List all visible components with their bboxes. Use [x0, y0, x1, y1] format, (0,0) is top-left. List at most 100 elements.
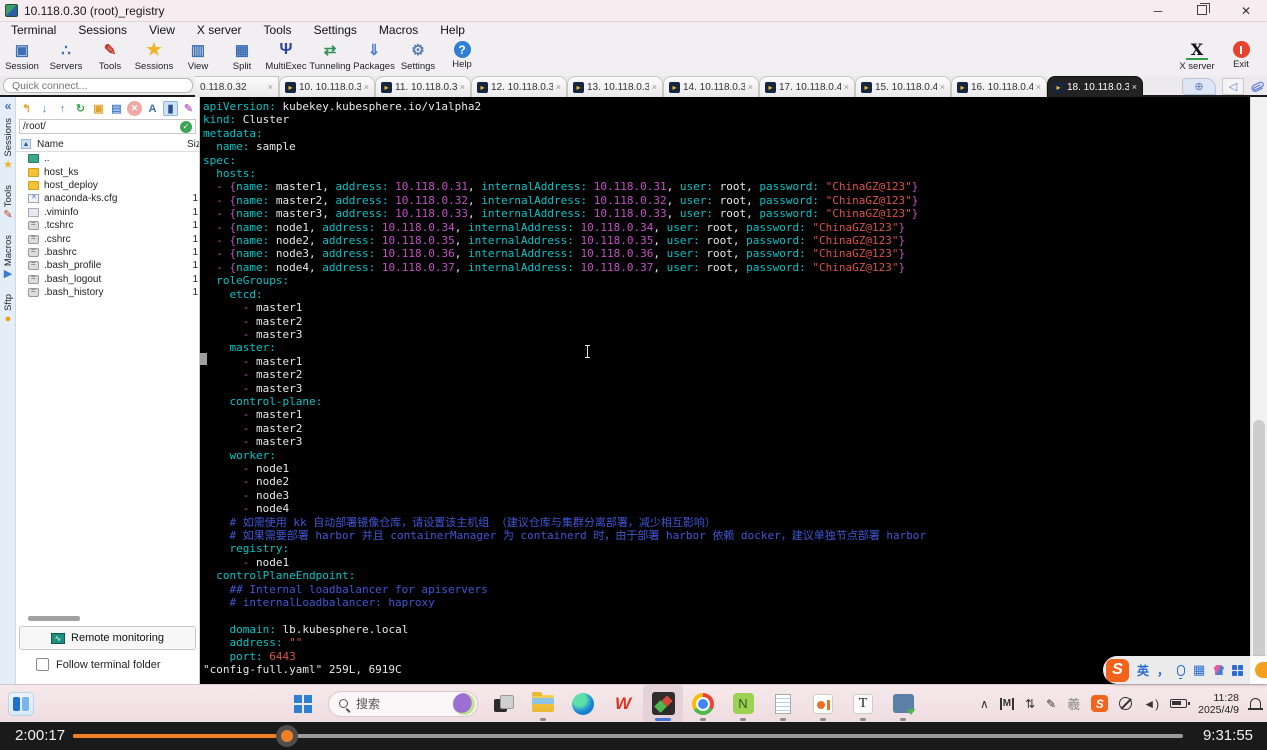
rename-icon[interactable]: A — [145, 101, 160, 116]
toolbar-sessions-button[interactable]: ★ Sessions — [132, 38, 176, 72]
new-file-icon[interactable]: ▤ — [109, 101, 124, 116]
tab-close-icon[interactable]: × — [1132, 82, 1137, 92]
tab-close-icon[interactable]: × — [268, 82, 273, 92]
file-row[interactable]: .bash_history 1 — [16, 286, 199, 299]
battery-charging-icon[interactable] — [1170, 699, 1191, 708]
horizontal-scrollbar[interactable] — [28, 616, 80, 621]
secure-app-button[interactable] — [883, 685, 923, 722]
menu-item-x-server[interactable]: X server — [187, 23, 252, 37]
sidebar-tab-tools[interactable]: Tools ✎ — [0, 185, 16, 221]
widgets-button[interactable] — [8, 692, 34, 716]
ime-mode-toggle[interactable]: 英 — [1137, 662, 1149, 679]
attach-icon[interactable] — [1250, 78, 1266, 95]
mobaxterm-button[interactable] — [643, 685, 683, 722]
file-row[interactable]: .viminfo 1 — [16, 206, 199, 219]
keyboard-icon[interactable]: ▦ — [1193, 662, 1205, 678]
file-explorer-button[interactable] — [523, 685, 563, 722]
upload-icon[interactable]: ↑ — [55, 101, 70, 116]
volume-icon[interactable]: ◄) — [1143, 697, 1159, 711]
skin-icon[interactable] — [1213, 665, 1225, 675]
pen-icon[interactable]: ✎ — [1046, 697, 1056, 711]
file-row[interactable]: host_deploy — [16, 179, 199, 192]
menu-item-macros[interactable]: Macros — [369, 23, 428, 37]
remote-monitoring-button[interactable]: ∿ Remote monitoring — [19, 626, 196, 650]
tray-expand-chevron[interactable]: ∧ — [980, 697, 989, 711]
new-tab-button[interactable]: ⊕ — [1182, 78, 1216, 95]
seal-icon[interactable]: 羲 — [1067, 694, 1080, 713]
terminal-tab[interactable]: 0.118.0.32 × — [195, 76, 279, 97]
panel-toggle-icon[interactable]: ▮ — [163, 101, 178, 116]
menu-item-settings[interactable]: Settings — [304, 23, 367, 37]
toolbox-icon[interactable] — [1232, 664, 1244, 676]
sogou-tray-icon[interactable]: S — [1091, 695, 1109, 712]
sidebar-tab-sessions[interactable]: Sessions ★ — [0, 118, 16, 171]
taskbar-clock[interactable]: 11:28 2025/4/9 — [1198, 692, 1239, 716]
terminal-tab[interactable]: ▸ 17. 10.118.0.4 × — [759, 76, 855, 97]
terminal-tab[interactable]: ▸ 10. 10.118.0.3 × — [279, 76, 375, 97]
follow-terminal-folder-checkbox[interactable] — [36, 658, 49, 671]
tab-close-icon[interactable]: × — [748, 82, 753, 92]
audio-mixer-icon[interactable]: ⇅ — [1025, 697, 1035, 711]
refresh-icon[interactable]: ↻ — [73, 101, 88, 116]
toolbar-servers-button[interactable]: ∴ Servers — [44, 38, 88, 72]
file-row[interactable]: .tcshrc 1 — [16, 219, 199, 232]
parent-dir-icon[interactable]: ↰ — [19, 101, 34, 116]
path-ok-icon[interactable]: ✓ — [180, 120, 192, 133]
tab-close-icon[interactable]: × — [364, 82, 369, 92]
seek-bar[interactable] — [73, 725, 1183, 747]
notification-bell-icon[interactable] — [1248, 697, 1263, 710]
sogou-logo-icon[interactable]: S — [1106, 658, 1129, 682]
toolbar-split-button[interactable]: ▦ Split — [220, 38, 264, 72]
start-button[interactable] — [283, 685, 323, 722]
file-row[interactable]: .cshrc 1 — [16, 232, 199, 245]
menu-item-help[interactable]: Help — [430, 23, 475, 37]
terminal-tab[interactable]: ▸ 16. 10.118.0.4 × — [951, 76, 1047, 97]
tab-close-icon[interactable]: × — [1036, 82, 1041, 92]
terminal-tab[interactable]: ▸ 12. 10.118.0.3 × — [471, 76, 567, 97]
terminal-tab[interactable]: ▸ 13. 10.118.0.3 × — [567, 76, 663, 97]
restore-button[interactable] — [1197, 2, 1210, 15]
file-row[interactable]: .bash_profile 1 — [16, 259, 199, 272]
ime-punctuation-toggle[interactable]: ， — [1157, 662, 1169, 679]
emoji-icon[interactable] — [1255, 662, 1267, 678]
quick-connect-input[interactable] — [3, 78, 193, 93]
tab-close-icon[interactable]: × — [844, 82, 849, 92]
close-button[interactable]: ✕ — [1237, 4, 1255, 18]
file-list-header[interactable]: ▲ Name Siz — [16, 137, 199, 152]
delete-icon[interactable]: ✕ — [127, 101, 142, 116]
toolbar-settings-button[interactable]: ⚙ Settings — [396, 38, 440, 72]
file-row[interactable]: .. — [16, 152, 199, 165]
terminal-tab[interactable]: ▸ 15. 10.118.0.4 × — [855, 76, 951, 97]
sidebar-tab-macros[interactable]: Macros ▶ — [0, 235, 16, 280]
typora-button[interactable]: T — [843, 685, 883, 722]
menu-item-tools[interactable]: Tools — [254, 23, 302, 37]
file-row[interactable]: .bashrc 1 — [16, 246, 199, 259]
m-badge-icon[interactable]: M — [999, 697, 1015, 710]
menu-item-sessions[interactable]: Sessions — [68, 23, 137, 37]
chrome-button[interactable] — [683, 685, 723, 722]
wps-button[interactable]: W — [603, 685, 643, 722]
terminal-tab[interactable]: ▸ 18. 10.118.0.3 × — [1047, 76, 1143, 97]
terminal-tab[interactable]: ▸ 11. 10.118.0.3 × — [375, 76, 471, 97]
microphone-icon[interactable] — [1177, 664, 1186, 679]
terminal-scrollbar[interactable] — [1250, 97, 1267, 684]
tab-close-icon[interactable]: × — [460, 82, 465, 92]
toolbar-tools-button[interactable]: ✎ Tools — [88, 38, 132, 72]
sftp-path-input[interactable] — [23, 121, 180, 132]
terminal-scrollbar-thumb[interactable] — [1253, 420, 1265, 678]
download-icon[interactable]: ↓ — [37, 101, 52, 116]
column-name[interactable]: Name — [37, 139, 64, 150]
new-folder-icon[interactable]: ▣ — [91, 101, 106, 116]
menu-item-terminal[interactable]: Terminal — [1, 23, 66, 37]
media-app-button[interactable] — [803, 685, 843, 722]
search-highlight-image[interactable] — [453, 692, 475, 715]
toolbar-x-server-button[interactable]: XX server — [1175, 38, 1219, 73]
tab-close-icon[interactable]: × — [940, 82, 945, 92]
edit-icon[interactable]: ✎ — [181, 101, 196, 116]
toolbar-packages-button[interactable]: ⇓ Packages — [352, 38, 396, 72]
sidebar-tab-sftp[interactable]: Sftp ● — [0, 294, 16, 325]
toolbar-tunneling-button[interactable]: ⇄ Tunneling — [308, 38, 352, 72]
terminal-output[interactable]: apiVersion: kubekey.kubesphere.io/v1alph… — [200, 97, 1250, 684]
taskbar-search-box[interactable]: 搜索 — [328, 690, 478, 717]
edge-button[interactable] — [563, 685, 603, 722]
